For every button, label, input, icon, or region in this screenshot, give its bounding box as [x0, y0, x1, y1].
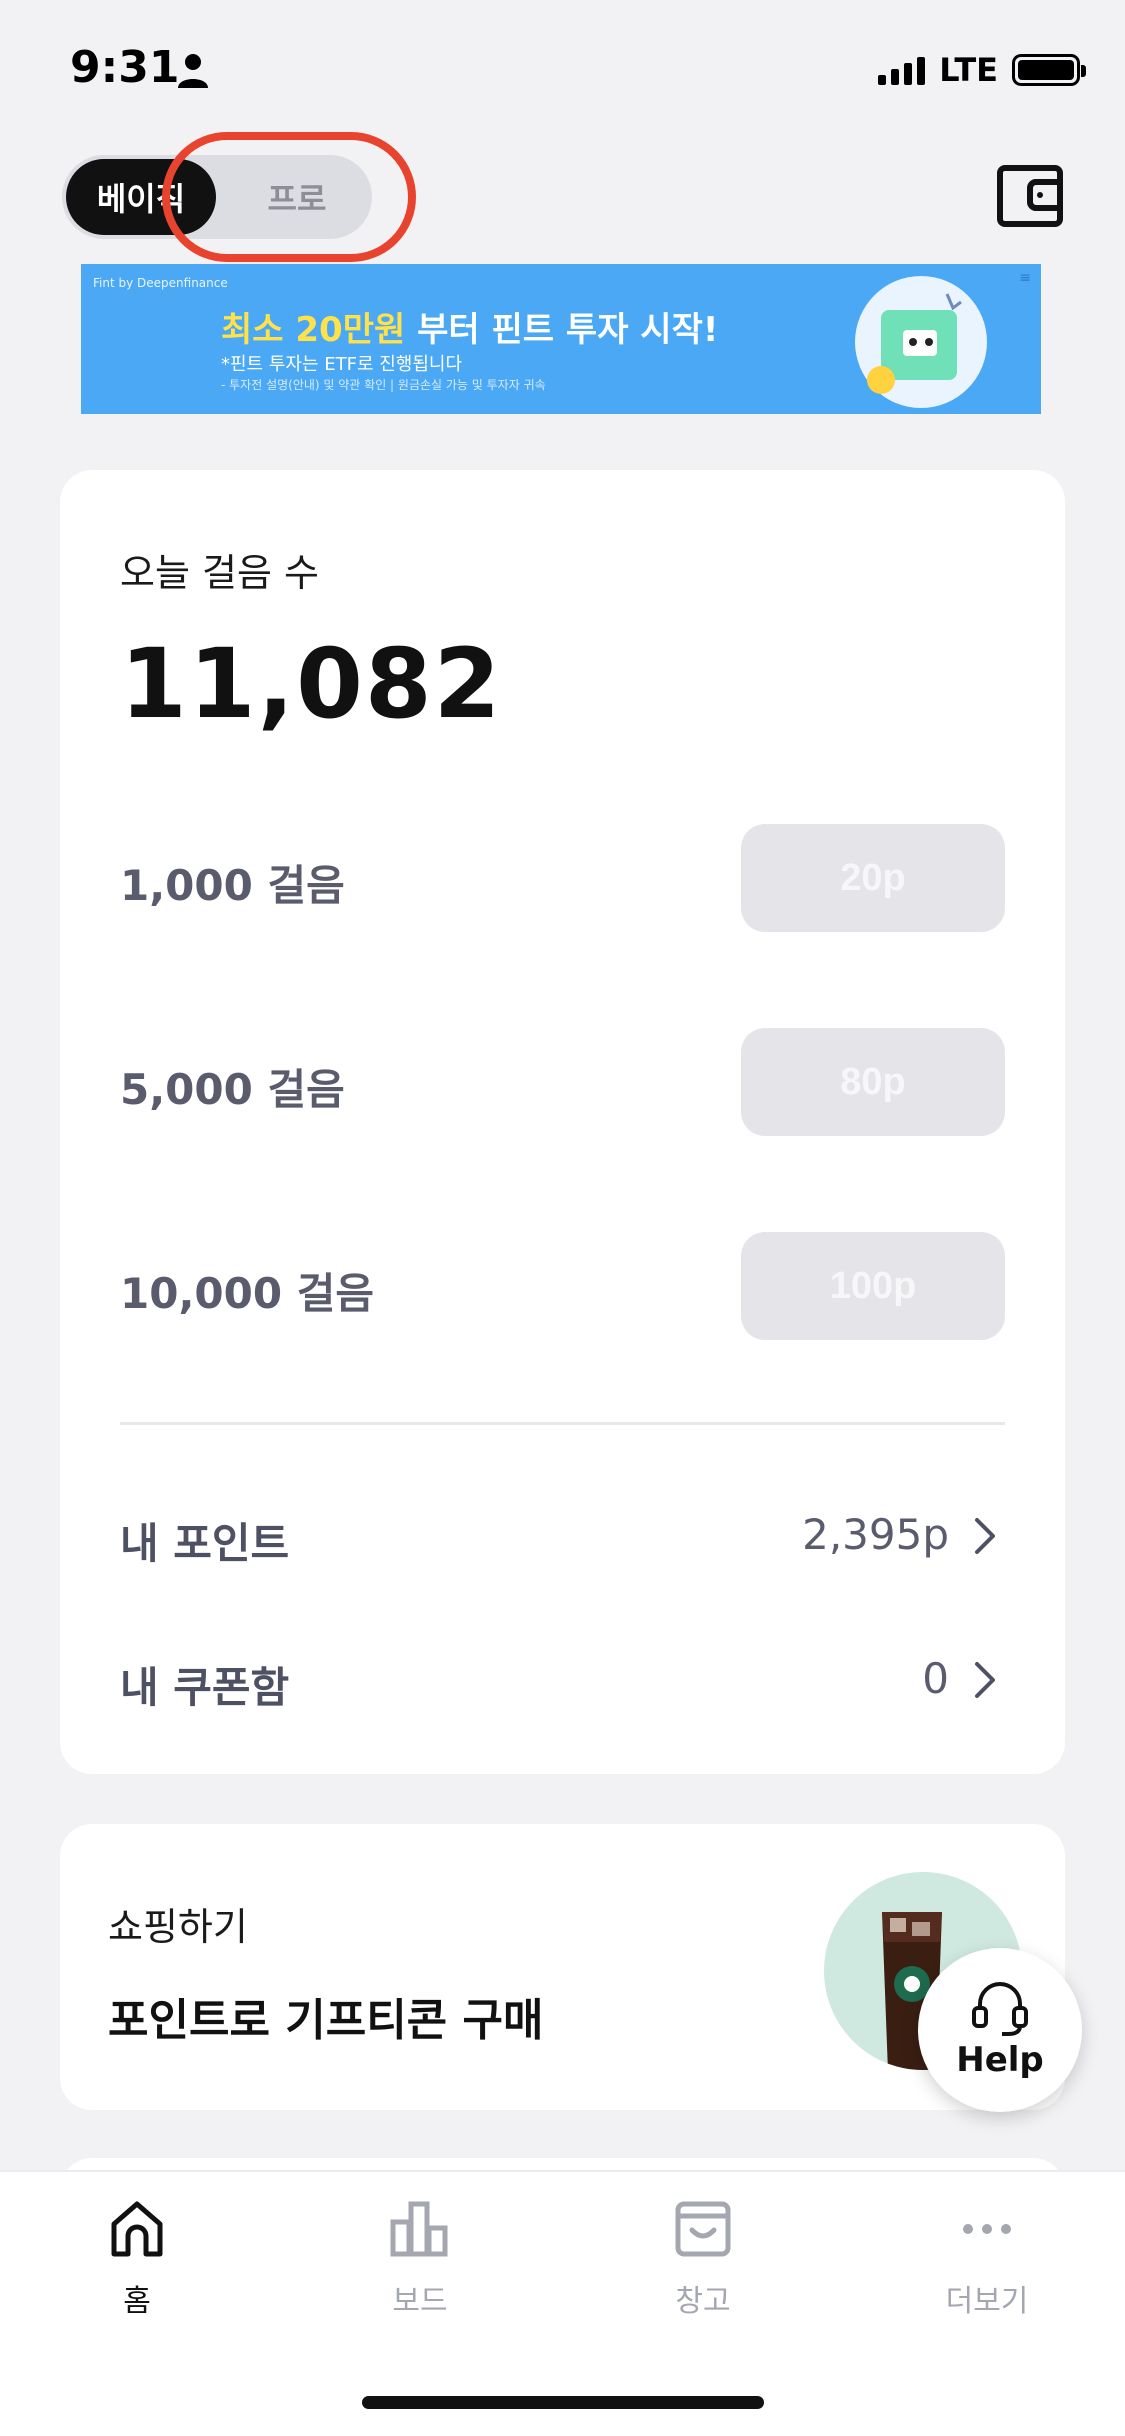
- tab-board[interactable]: 보드: [340, 2196, 500, 2336]
- home-icon: [111, 2201, 163, 2257]
- reward-label: 5,000 걸음: [120, 1065, 345, 1114]
- signal-icon: [878, 55, 926, 85]
- help-label: Help: [956, 2040, 1044, 2080]
- reward-row: 10,000 걸음 100p: [120, 1232, 1005, 1340]
- my-coupons-row[interactable]: 내 쿠폰함 0: [120, 1644, 1005, 1714]
- my-coupons-label: 내 쿠폰함: [120, 1663, 290, 1712]
- banner-headline-rest: 부터 핀트 투자 시작!: [405, 310, 719, 350]
- claim-20p-button[interactable]: 20p: [741, 824, 1005, 932]
- banner-headline-highlight: 최소 20만원: [221, 310, 406, 350]
- headset-icon: [972, 1982, 1028, 2036]
- steps-card: 오늘 걸음 수 11,082 1,000 걸음 20p 5,000 걸음 80p…: [60, 470, 1065, 1774]
- help-button[interactable]: Help: [918, 1948, 1082, 2112]
- banner-brand: Fint by Deepenfinance: [93, 276, 228, 290]
- banner-headline: 최소 20만원 부터 핀트 투자 시작!: [221, 302, 718, 351]
- reward-label: 10,000 걸음: [120, 1269, 374, 1318]
- battery-icon: [1012, 54, 1086, 86]
- chevron-right-icon: [975, 1518, 995, 1554]
- reward-row: 1,000 걸음 20p: [120, 824, 1005, 932]
- banner-subline: *핀트 투자는 ETF로 진행됩니다: [221, 354, 463, 375]
- annotation-circle: [162, 132, 416, 262]
- claim-80p-button[interactable]: 80p: [741, 1028, 1005, 1136]
- network-label: LTE: [939, 51, 998, 89]
- wallet-icon[interactable]: [996, 162, 1064, 230]
- my-points-row[interactable]: 내 포인트 2,395p: [120, 1500, 1005, 1570]
- my-points-label: 내 포인트: [120, 1519, 290, 1568]
- status-right: LTE: [878, 50, 1086, 90]
- tab-more[interactable]: 더보기: [907, 2196, 1067, 2336]
- chevron-right-icon: [975, 1662, 995, 1698]
- tab-home-label: 홈: [123, 2284, 151, 2319]
- shop-label: 쇼핑하기: [108, 1905, 248, 1949]
- reward-label: 1,000 걸음: [120, 861, 345, 910]
- tab-board-label: 보드: [392, 2284, 448, 2319]
- tab-storage[interactable]: 창고: [623, 2196, 783, 2336]
- my-points-value: 2,395p: [802, 1510, 949, 1559]
- chart-icon: [390, 2201, 448, 2257]
- steps-count: 11,082: [120, 628, 503, 740]
- home-indicator: [362, 2396, 764, 2409]
- promo-banner[interactable]: Fint by Deepenfinance 최소 20만원 부터 핀트 투자 시…: [81, 264, 1041, 414]
- shop-title: 포인트로 기프티콘 구매: [108, 1995, 544, 2046]
- divider: [120, 1422, 1005, 1425]
- reward-row: 5,000 걸음 80p: [120, 1028, 1005, 1136]
- steps-label: 오늘 걸음 수: [120, 551, 319, 595]
- banner-note: - 투자전 설명(안내) 및 약관 확인 | 원금손실 가능 및 투자자 귀속: [221, 378, 546, 392]
- banner-corner-mark: ≡: [1019, 270, 1031, 286]
- more-icon: [963, 2224, 1011, 2234]
- shop-card[interactable]: 쇼핑하기 포인트로 기프티콘 구매: [60, 1824, 1065, 2110]
- mascot-icon: [855, 276, 987, 408]
- tab-more-label: 더보기: [945, 2284, 1029, 2319]
- my-coupons-value: 0: [922, 1654, 949, 1703]
- person-icon: [178, 54, 208, 88]
- status-time: 9:31: [70, 42, 180, 93]
- tab-home[interactable]: 홈: [57, 2196, 217, 2336]
- tab-storage-label: 창고: [675, 2284, 731, 2319]
- app-screen: 9:31 LTE 베이직 프로 Fint by Deepenfinance 최소…: [0, 0, 1125, 2436]
- status-bar: 9:31 LTE: [0, 0, 1125, 140]
- storage-icon: [675, 2201, 731, 2257]
- claim-100p-button[interactable]: 100p: [741, 1232, 1005, 1340]
